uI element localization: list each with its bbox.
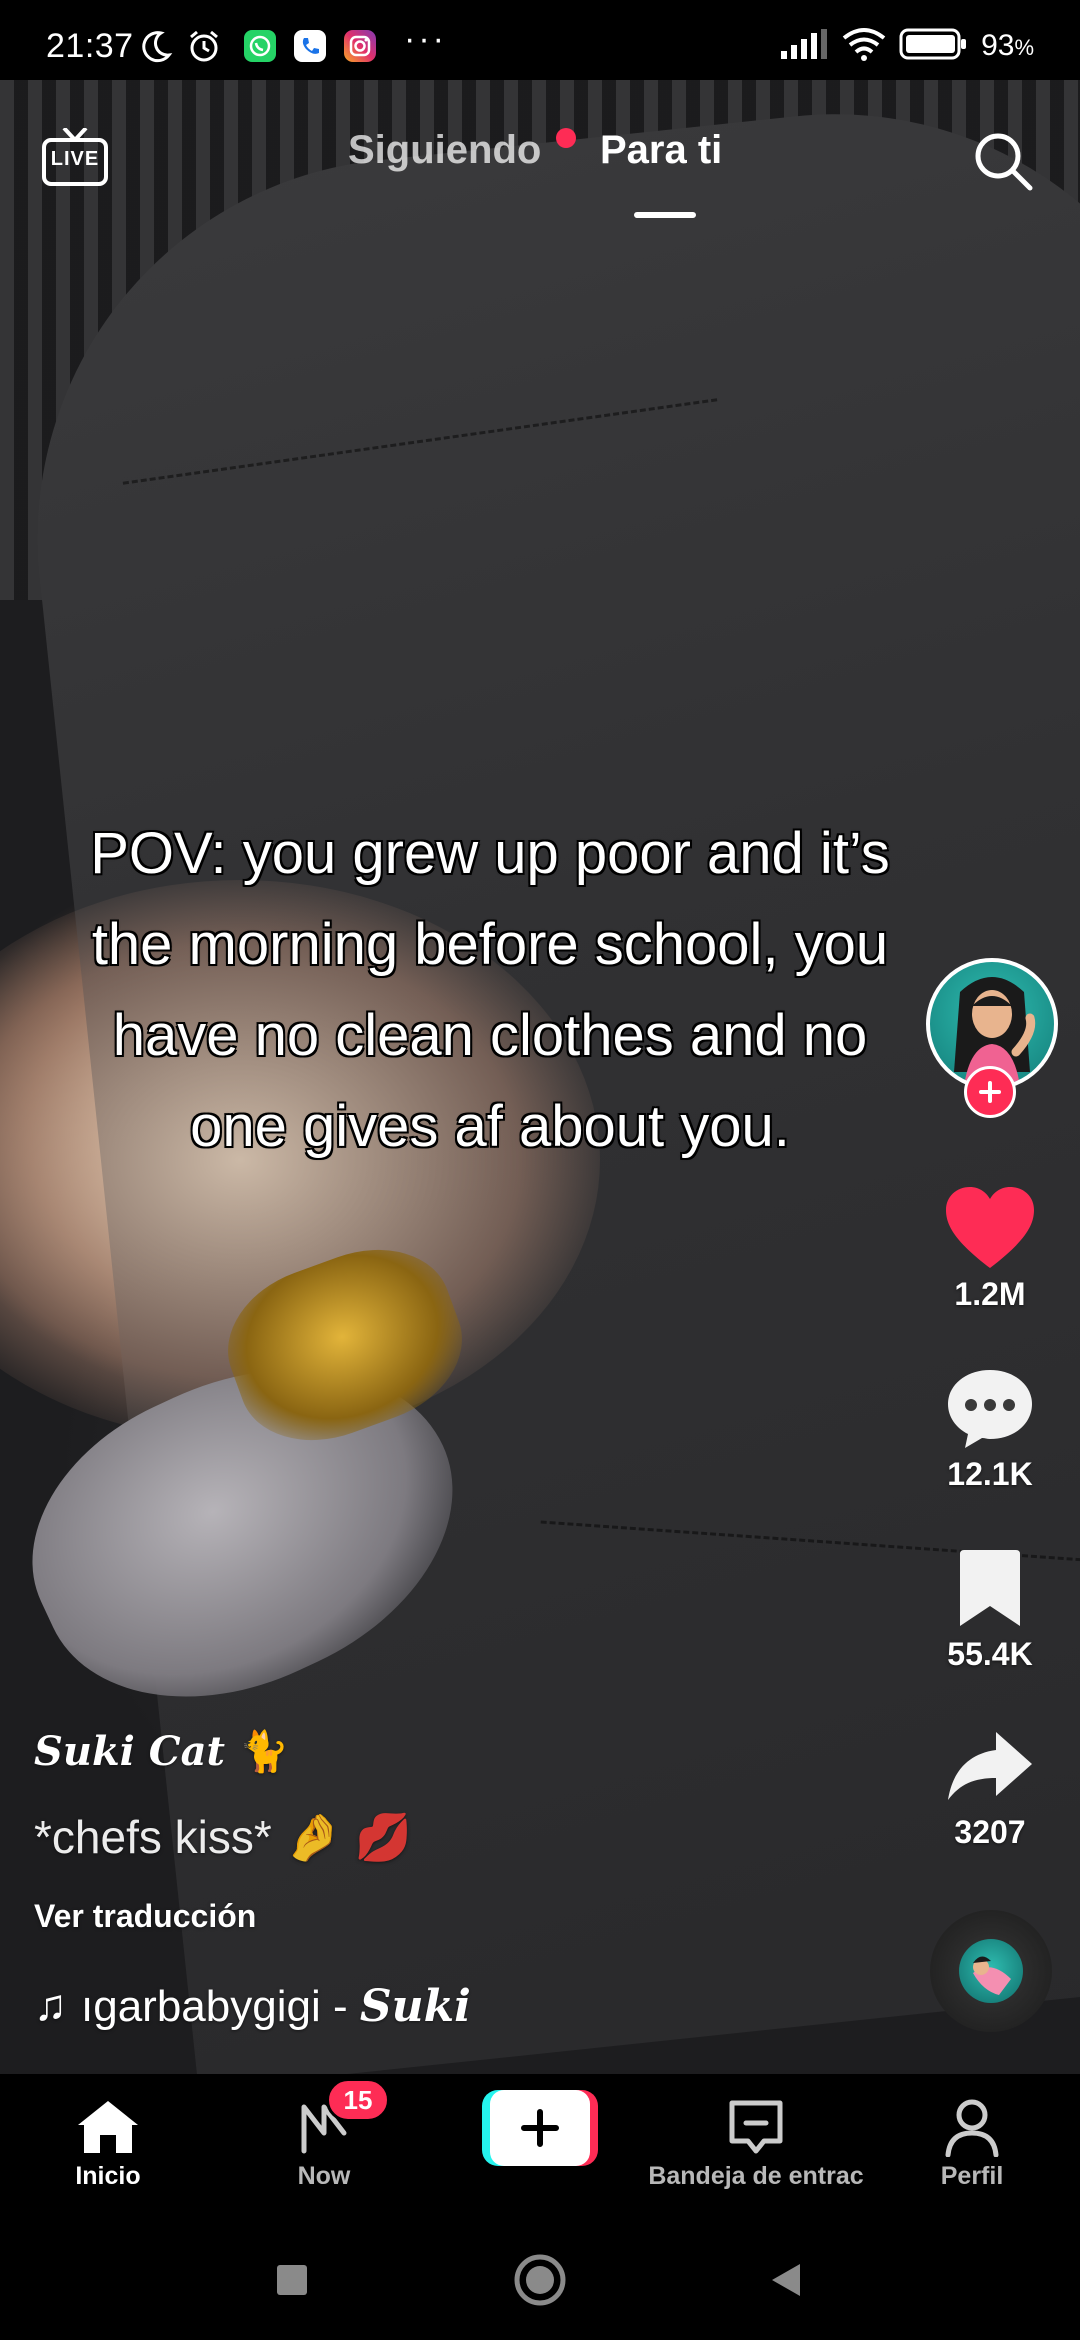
status-bar: 21:37 ··· 93% — [0, 0, 1080, 80]
tab-home[interactable]: Inicio — [0, 2092, 216, 2191]
back-button[interactable] — [758, 2252, 814, 2308]
back-triangle-icon — [772, 2264, 800, 2296]
moon-icon — [138, 28, 174, 64]
like-count: 1.2M — [954, 1276, 1026, 1312]
status-overflow: ··· — [404, 20, 447, 58]
comment-icon — [928, 1360, 1052, 1456]
music-disc-cover — [959, 1939, 1023, 2003]
save-button[interactable]: 55.4K — [928, 1540, 1052, 1673]
share-icon — [928, 1718, 1052, 1814]
create-button[interactable] — [482, 2090, 598, 2166]
wifi-icon — [841, 27, 887, 66]
music-title: ıgarbabygigi - Suki — [81, 1980, 471, 2032]
signal-icon — [779, 28, 829, 64]
video-overlay-text: POV: you grew up poor and it’s the morni… — [89, 820, 891, 1160]
circle-icon — [514, 2254, 566, 2306]
music-disc[interactable] — [930, 1910, 1052, 2032]
now-icon — [216, 2092, 432, 2162]
square-icon — [277, 2265, 307, 2295]
search-button[interactable] — [970, 128, 1036, 194]
tab-now[interactable]: Now — [216, 2092, 432, 2191]
video-description: *chefs kiss* 🤌 💋 — [34, 1811, 412, 1863]
bookmark-icon — [928, 1540, 1052, 1636]
tab-profile[interactable]: Perfil — [864, 2092, 1080, 2191]
status-right: 93% — [779, 27, 1034, 66]
save-count: 55.4K — [947, 1636, 1033, 1672]
like-button[interactable]: 1.2M — [928, 1180, 1052, 1313]
alarm-icon — [186, 28, 222, 64]
recents-button[interactable] — [264, 2252, 320, 2308]
now-badge: 15 — [326, 2078, 390, 2122]
plus-icon — [490, 2090, 590, 2166]
system-navigation-bar — [0, 2210, 1080, 2340]
battery-percent: 93% — [981, 29, 1034, 62]
music-note-icon: ♫ — [34, 1981, 67, 2030]
new-content-dot — [556, 128, 576, 148]
home-icon — [0, 2092, 216, 2162]
whatsapp-icon — [242, 28, 278, 64]
phone-app-icon — [292, 28, 328, 64]
see-translation-link[interactable]: Ver traducción — [34, 1898, 256, 1935]
tab-for-you[interactable]: Para ti — [600, 128, 722, 173]
comment-count: 12.1K — [947, 1456, 1033, 1492]
tab-inbox[interactable]: Bandeja de entrac — [648, 2092, 864, 2191]
tab-following[interactable]: Siguiendo — [348, 128, 541, 173]
battery-icon — [899, 27, 969, 66]
share-count: 3207 — [954, 1814, 1026, 1850]
music-ticker[interactable]: ♫ ıgarbabygigi - Suki — [34, 1978, 471, 2034]
profile-icon — [864, 2092, 1080, 2162]
comment-button[interactable]: 12.1K — [928, 1360, 1052, 1493]
home-system-button[interactable] — [512, 2252, 568, 2308]
instagram-icon — [342, 28, 378, 64]
inbox-icon — [648, 2092, 864, 2162]
plus-icon — [979, 1081, 1001, 1103]
feed-tabs: Siguiendo Para ti — [0, 128, 1080, 218]
share-button[interactable]: 3207 — [928, 1718, 1052, 1851]
heart-icon — [928, 1180, 1052, 1276]
status-time: 21:37 — [46, 27, 134, 65]
search-icon — [975, 133, 1033, 191]
description-emojis: 🤌 💋 — [284, 1811, 412, 1863]
author-name[interactable]: Suki Cat 🐈 — [34, 1728, 289, 1775]
cat-emoji: 🐈 — [238, 1728, 289, 1775]
active-tab-indicator — [634, 212, 696, 218]
follow-button[interactable] — [964, 1066, 1016, 1118]
